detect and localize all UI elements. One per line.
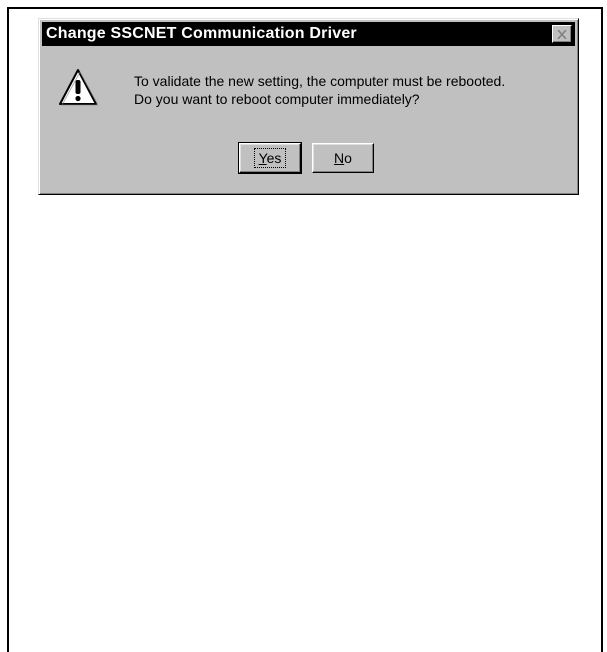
reboot-dialog: Change SSCNET Communication Driver To va… [38,18,579,195]
no-button[interactable]: No [312,143,374,173]
dialog-message: To validate the new setting, the compute… [134,72,505,108]
yes-label-rest: es [266,150,282,166]
yes-button[interactable]: Yes [238,142,302,174]
message-line-1: To validate the new setting, the compute… [134,73,506,89]
no-label-rest: o [344,150,352,166]
no-button-label: No [334,150,352,166]
yes-accelerator: Y [258,150,267,166]
message-line-2: Do you want to reboot computer immediate… [134,91,420,107]
close-icon [557,29,567,39]
title-bar: Change SSCNET Communication Driver [42,22,575,46]
warning-icon [59,69,98,106]
yes-button-label: Yes [253,148,287,168]
close-button[interactable] [552,25,572,43]
no-accelerator: N [334,150,345,166]
dialog-title: Change SSCNET Communication Driver [46,25,357,42]
